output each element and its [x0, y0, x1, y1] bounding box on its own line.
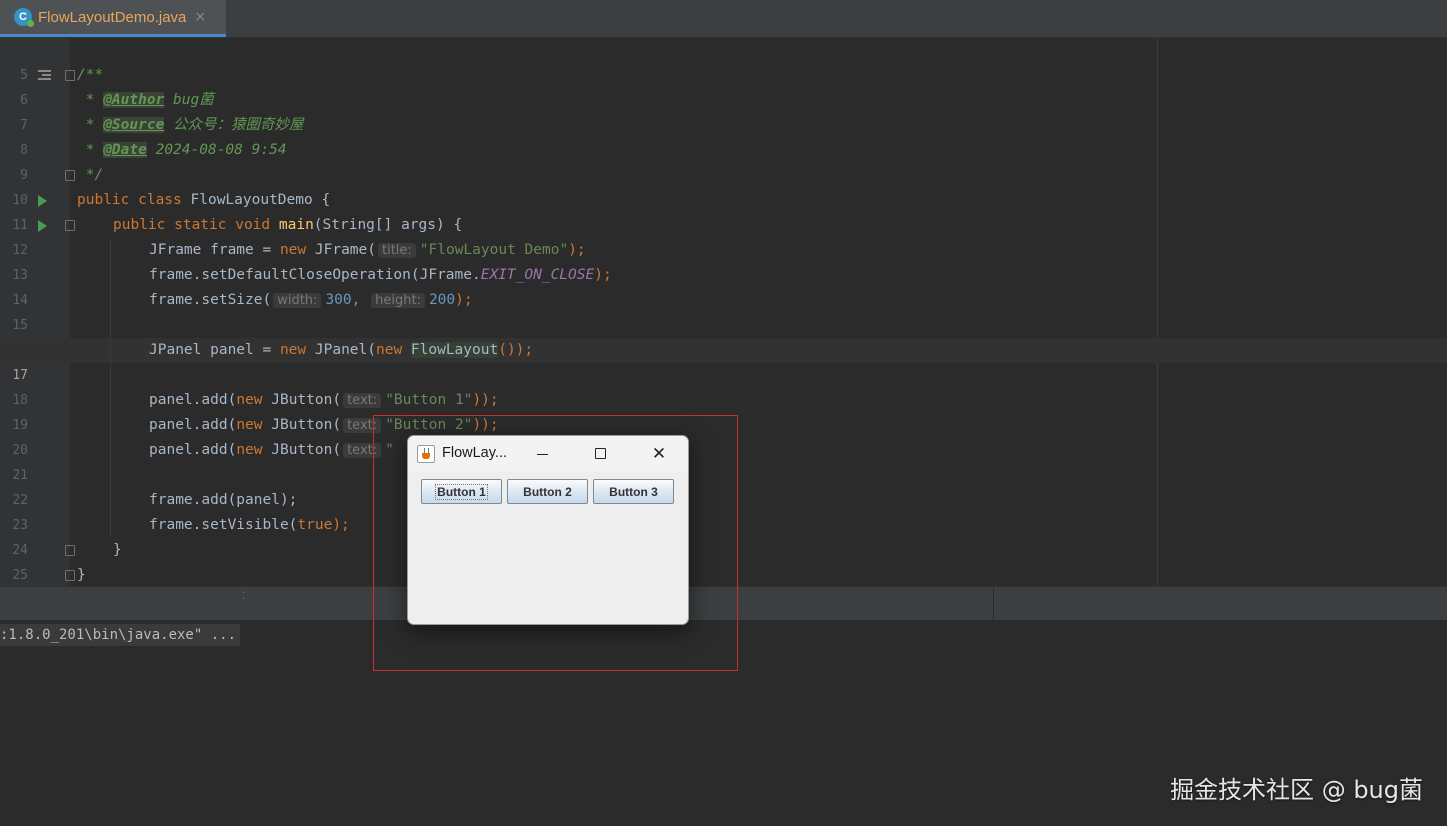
code-line[interactable]: 16	[0, 313, 1447, 358]
code-text: /**	[77, 67, 104, 83]
button-2[interactable]: Button 2	[507, 479, 588, 504]
code-line[interactable]: 12 public static void main(String[] args…	[0, 213, 1447, 258]
run-icon[interactable]	[38, 195, 47, 207]
tab-flowlayoutdemo[interactable]: C FlowLayoutDemo.java ×	[0, 0, 226, 37]
code-text: panel.add(new JButton(text: "	[149, 442, 394, 458]
code-line[interactable]: 6 /**	[0, 63, 1447, 108]
code-line[interactable]: 9 * @Date 2024-08-08 9:54	[0, 138, 1447, 183]
code-text: */	[77, 167, 104, 183]
param-hint: title:	[377, 243, 416, 258]
code-text: * @Source 公众号：猿圈奇妙屋	[77, 117, 304, 133]
window-title: FlowLay...	[442, 445, 508, 461]
fold-icon[interactable]	[65, 170, 75, 181]
close-icon[interactable]: ×	[194, 9, 206, 25]
drag-handle-icon[interactable]: · ·	[242, 589, 245, 605]
code-text: frame.setDefaultCloseOperation(JFrame.EX…	[149, 267, 612, 283]
code-text: frame.add(panel);	[149, 492, 298, 508]
fold-icon[interactable]	[65, 570, 75, 581]
code-line[interactable]: 14 frame.setDefaultCloseOperation(JFrame…	[0, 263, 1447, 308]
code-line[interactable]: 11 public class FlowLayoutDemo {	[0, 188, 1447, 233]
code-text: panel.add(new JButton(text: "Button 1"));	[149, 392, 499, 408]
param-hint: height:	[371, 293, 425, 308]
code-line[interactable]: 8 * @Source 公众号：猿圈奇妙屋	[0, 113, 1447, 158]
code-line-current[interactable]: 17 JPanel panel = new JPanel(new FlowLay…	[0, 338, 1447, 383]
editor-tab-bar: C FlowLayoutDemo.java ×	[0, 0, 1447, 38]
fold-icon[interactable]	[65, 70, 75, 81]
button-1[interactable]: Button 1	[421, 479, 502, 504]
jframe-window[interactable]: FlowLay... ✕ Button 1 Button 2 Button 3	[407, 435, 689, 625]
fold-icon[interactable]	[65, 220, 75, 231]
code-line[interactable]: 10 */	[0, 163, 1447, 208]
console-command-line: :1.8.0_201\bin\java.exe" ...	[0, 624, 241, 646]
java-cup-icon	[417, 445, 435, 463]
code-text: JPanel panel = new JPanel(new FlowLayout…	[149, 342, 534, 358]
divider	[993, 587, 994, 621]
button-3[interactable]: Button 3	[593, 479, 674, 504]
code-text: public class FlowLayoutDemo {	[77, 192, 331, 208]
code-text: * @Date 2024-08-08 9:54	[77, 142, 287, 158]
code-text: }	[77, 567, 86, 583]
tab-label: FlowLayoutDemo.java	[38, 8, 187, 26]
code-line[interactable]: 7 * @Author bug菌	[0, 88, 1447, 133]
code-text: frame.setSize(width: 300, height: 200);	[149, 292, 473, 308]
code-text: }	[113, 542, 122, 558]
minimize-icon[interactable]	[537, 444, 549, 464]
maximize-icon[interactable]	[595, 448, 606, 459]
code-line[interactable]: 15 frame.setSize(width: 300, height: 200);	[0, 288, 1447, 333]
java-class-icon: C	[14, 8, 34, 27]
window-title-bar[interactable]: FlowLay... ✕	[408, 436, 688, 472]
param-hint: text:	[343, 393, 382, 408]
param-hint: width:	[273, 293, 322, 308]
doc-comment-icon[interactable]	[38, 70, 51, 80]
code-line[interactable]: 13 JFrame frame = new JFrame(title: "Flow…	[0, 238, 1447, 283]
fold-icon[interactable]	[65, 545, 75, 556]
code-text: public static void main(String[] args) {	[113, 217, 463, 233]
code-line[interactable]: 5	[0, 38, 1447, 83]
code-line[interactable]: 18	[0, 363, 1447, 408]
code-text: frame.setVisible(true);	[149, 517, 350, 533]
code-text: JFrame frame = new JFrame(title: "FlowLay…	[149, 242, 586, 258]
run-icon[interactable]	[38, 220, 47, 232]
watermark: 掘金技术社区 @ bug菌	[1170, 776, 1423, 804]
code-line[interactable]: 19 panel.add(new JButton(text: "Button 1"…	[0, 388, 1447, 433]
code-text: * @Author bug菌	[77, 92, 214, 108]
close-icon[interactable]: ✕	[651, 444, 667, 464]
